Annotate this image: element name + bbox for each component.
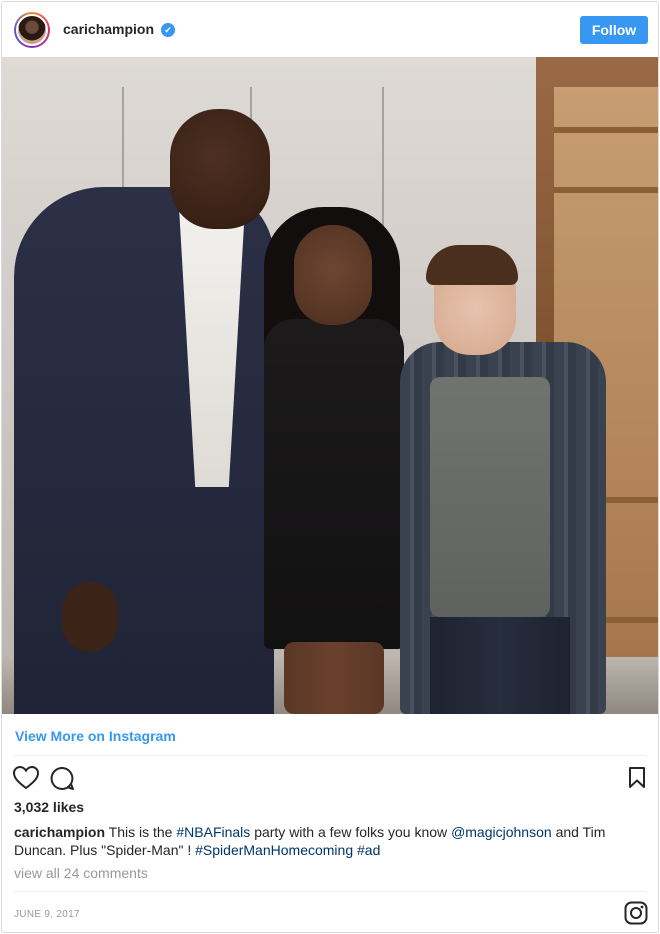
person-middle-face (294, 225, 372, 325)
mention-link[interactable]: @magicjohnson (451, 824, 552, 840)
person-left-hand (62, 582, 118, 652)
view-more-link[interactable]: View More on Instagram (15, 728, 176, 744)
verified-badge-icon: ✔ (161, 23, 175, 37)
avatar-image (16, 14, 48, 46)
caption-text: This is the (108, 824, 173, 840)
divider (14, 755, 646, 756)
view-comments-link[interactable]: view all 24 comments (14, 865, 148, 881)
avatar[interactable] (14, 12, 50, 48)
bookmark-icon[interactable] (628, 767, 646, 794)
caption-username[interactable]: carichampion (14, 824, 105, 840)
follow-button[interactable]: Follow (580, 16, 648, 44)
post-photo[interactable] (2, 57, 658, 714)
post-header: carichampion ✔ Follow (2, 2, 658, 58)
hashtag-link[interactable]: #ad (357, 842, 380, 858)
instagram-icon[interactable] (624, 901, 648, 930)
instagram-embed: carichampion ✔ Follow View More on Insta… (1, 1, 659, 933)
comment-icon[interactable] (50, 766, 75, 796)
likes-count[interactable]: 3,032 likes (14, 799, 84, 815)
caption-text: party with a few folks you know (254, 824, 448, 840)
caption: carichampion This is the #NBAFinals part… (14, 823, 646, 859)
person-middle-dress (264, 319, 404, 649)
person-right-hair (426, 245, 518, 285)
photo-shelf (554, 127, 658, 133)
divider (14, 891, 646, 892)
hashtag-link[interactable]: #SpiderManHomecoming (195, 842, 353, 858)
person-right-jeans (430, 617, 570, 714)
username[interactable]: carichampion (63, 21, 154, 37)
photo-shelf (554, 187, 658, 193)
person-right-tee (430, 377, 550, 617)
person-left-head (170, 109, 270, 229)
hashtag-link[interactable]: #NBAFinals (176, 824, 250, 840)
heart-icon[interactable] (12, 765, 40, 795)
person-middle-legs (284, 642, 384, 714)
post-date: JUNE 9, 2017 (14, 909, 80, 920)
